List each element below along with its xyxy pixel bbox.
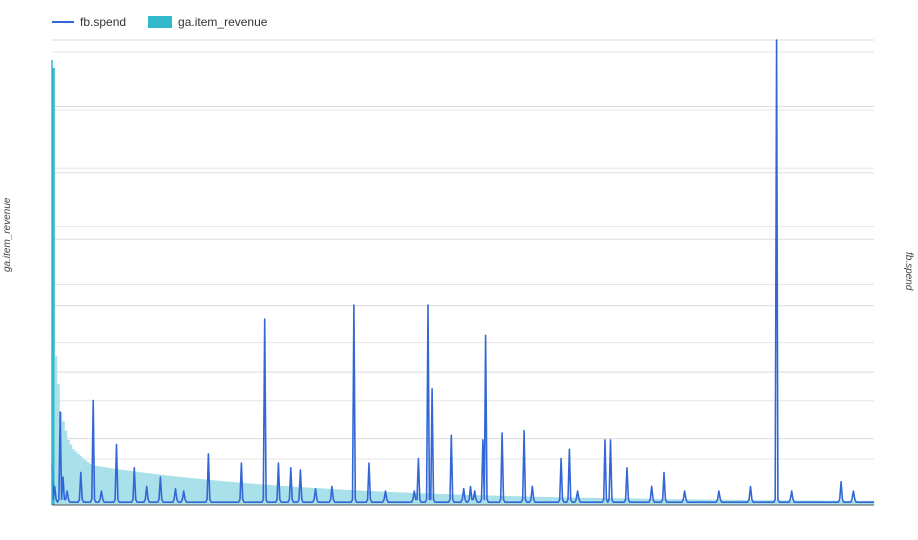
revenue-bar — [585, 497, 588, 505]
revenue-bar — [139, 472, 142, 505]
revenue-bar — [119, 469, 123, 505]
revenue-bar — [547, 497, 551, 505]
revenue-bar — [71, 449, 75, 505]
revenue-bar — [582, 497, 586, 505]
revenue-bar — [515, 496, 519, 505]
revenue-bar — [535, 496, 539, 505]
revenue-bar — [54, 356, 58, 505]
revenue-bar — [440, 493, 444, 505]
revenue-bar — [124, 470, 128, 505]
revenue-bar — [69, 444, 73, 505]
revenue-bar — [186, 477, 190, 505]
revenue-bar — [555, 497, 558, 505]
combo-chart — [51, 39, 875, 506]
revenue-bar — [96, 466, 100, 505]
fb-spend-line — [51, 39, 874, 503]
revenue-bar — [136, 471, 140, 505]
revenue-bar — [492, 495, 496, 505]
revenue-bar — [443, 494, 446, 505]
revenue-bar — [490, 495, 494, 505]
revenue-bar — [395, 492, 399, 505]
revenue-bar — [517, 496, 521, 505]
y-axis-title-right: fb.spend — [903, 252, 914, 291]
revenue-bar — [74, 451, 78, 505]
revenue-bar — [213, 480, 217, 505]
revenue-bar — [211, 480, 215, 505]
revenue-bar — [154, 474, 157, 505]
revenue-bar — [201, 479, 205, 505]
revenue-bar — [445, 494, 449, 505]
revenue-bar — [495, 495, 499, 505]
revenue-bar — [552, 497, 556, 505]
revenue-bar — [423, 493, 426, 505]
revenue-bar — [420, 493, 424, 505]
revenue-bar — [458, 494, 461, 505]
revenue-bar — [151, 473, 155, 505]
revenue-bar — [196, 478, 200, 505]
revenue-bar — [121, 469, 125, 505]
revenue-bar — [198, 479, 202, 505]
revenue-bar — [537, 496, 541, 505]
revenue-bar — [390, 492, 394, 505]
revenue-bar — [388, 491, 392, 505]
revenue-bar — [111, 468, 115, 505]
revenue-bar — [438, 493, 441, 505]
revenue-bar — [191, 478, 195, 505]
revenue-bar — [106, 467, 110, 505]
revenue-bar — [104, 467, 108, 505]
revenue-bar — [166, 475, 170, 505]
revenue-bar — [507, 496, 511, 505]
revenue-bar — [218, 480, 222, 505]
revenue-bar — [169, 475, 172, 505]
revenue-bar — [398, 492, 402, 505]
revenue-bar — [408, 492, 411, 505]
revenue-bar — [193, 478, 197, 505]
revenue-bar — [393, 492, 397, 505]
revenue-bar — [505, 495, 509, 505]
revenue-bar — [510, 496, 514, 505]
revenue-bar — [405, 492, 409, 505]
y-axis-title-left: ga.item_revenue — [2, 197, 13, 273]
revenue-bar — [540, 496, 544, 505]
revenue-bar — [545, 496, 548, 505]
revenue-bar — [86, 462, 90, 505]
revenue-bar — [400, 492, 404, 505]
revenue-bar — [403, 492, 407, 505]
revenue-bar — [455, 494, 459, 505]
revenue-bar — [126, 470, 130, 505]
revenue-bar — [189, 477, 192, 505]
revenue-bar — [149, 473, 152, 505]
gridlines — [52, 39, 874, 460]
revenue-bar — [550, 497, 553, 505]
revenue-bar — [512, 496, 516, 505]
revenue-bar — [216, 480, 220, 505]
revenue-bar — [487, 495, 491, 505]
revenue-bar — [542, 496, 546, 505]
revenue-bar — [129, 470, 133, 505]
revenue-bars — [52, 67, 875, 506]
revenue-bar — [435, 493, 439, 505]
revenue-bar — [851, 500, 855, 505]
revenue-bar — [84, 460, 88, 505]
revenue-bar — [164, 475, 167, 505]
revenue-bar — [109, 468, 113, 505]
